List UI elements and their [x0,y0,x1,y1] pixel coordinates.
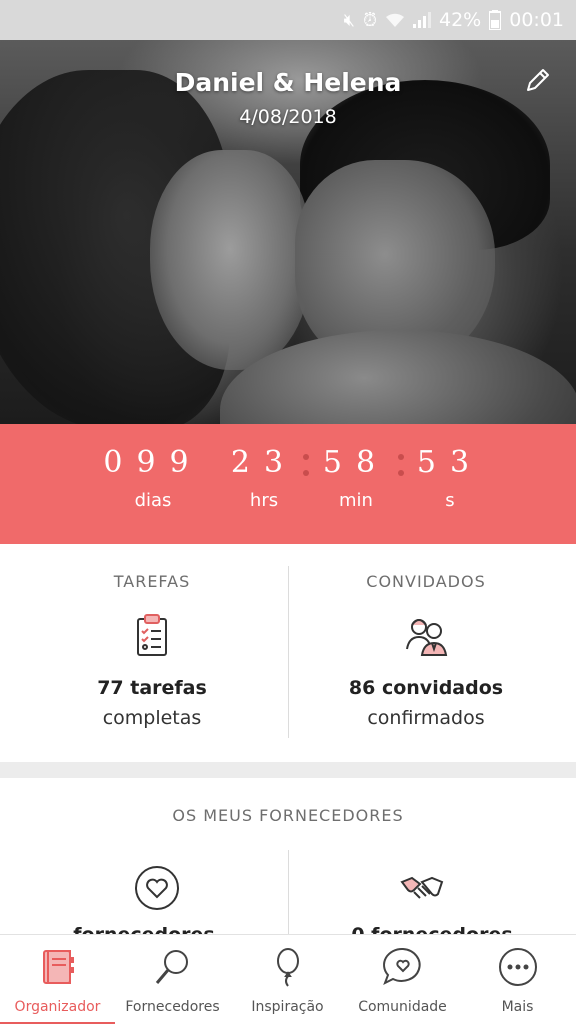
battery-icon [489,10,502,30]
hours-label: hrs [249,490,279,511]
countdown-separator [397,454,405,478]
countdown-days: 099 dias [98,445,208,512]
nav-label: Organizador [14,999,101,1015]
handshake-icon[interactable] [398,864,446,912]
photo-shape [150,150,310,370]
signal-icon [413,12,431,28]
couple-guests-icon [406,619,448,656]
edit-button[interactable] [522,64,554,96]
guests-count: 86 convidados [348,677,504,699]
nav-label: Fornecedores [125,999,220,1015]
tasks-title: TAREFAS [113,572,191,591]
nav-label: Comunidade [358,999,447,1015]
couple-photo: Daniel & Helena 4/08/2018 [0,40,576,424]
nav-organizador[interactable]: Organizador [0,935,115,1024]
more-dots-icon [498,948,537,986]
countdown-hours: 23 hrs [226,445,302,512]
nav-inspiracao[interactable]: Inspiração [230,935,345,1024]
status-bar: 🔇︎ ⏰︎ 42% 00:01 [0,0,576,40]
minutes-label: min [339,490,373,511]
summary-card: TAREFAS 77 tarefas completas CONVIDADOS … [0,544,576,762]
days-value: 099 [103,445,203,480]
nav-label: Inspiração [251,999,324,1015]
mute-icon: 🔇︎ [343,9,355,31]
nav-label: Mais [501,999,534,1015]
nav-comunidade[interactable]: Comunidade [345,935,460,1024]
countdown-separator [302,454,310,478]
guests-title: CONVIDADOS [366,572,486,591]
heart-circle-icon[interactable] [133,864,181,912]
wifi-icon [386,13,404,27]
tasks-count: 77 tarefas [97,677,207,699]
days-label: dias [134,490,172,511]
hours-value: 23 [230,445,298,480]
suppliers-title: OS MEUS FORNECEDORES [172,806,404,825]
bottom-navigation: Organizador Fornecedores Inspiração Comu… [0,934,576,1024]
alarm-icon: ⏰︎ [362,9,377,31]
speech-heart-icon [382,947,421,986]
guests-sub: confirmados [367,707,485,729]
countdown-minutes: 58 min [318,445,394,512]
battery-percent: 42% [439,9,482,31]
wedding-date: 4/08/2018 [239,106,337,128]
seconds-value: 53 [416,445,484,480]
countdown-banner: 099 dias 23 hrs 58 min 53 s [0,424,576,544]
minutes-value: 58 [322,445,390,480]
tasks-sub: completas [102,707,202,729]
nav-fornecedores[interactable]: Fornecedores [115,935,230,1024]
planner-book-icon [42,950,74,984]
couple-names: Daniel & Helena [174,68,402,97]
seconds-label: s [445,490,455,511]
guests-summary[interactable]: CONVIDADOS 86 convidados confirmados [282,544,570,762]
tasks-summary[interactable]: TAREFAS 77 tarefas completas [8,544,296,762]
clock: 00:01 [509,9,564,31]
suppliers-card: OS MEUS FORNECEDORES fornecedores 0 forn… [0,778,576,938]
nav-mais[interactable]: Mais [460,935,575,1024]
magnifier-icon [155,950,188,984]
pencil-icon [527,69,549,91]
clipboard-checklist-icon [137,614,167,656]
balloon-icon [276,948,299,987]
countdown-seconds: 53 s [412,445,488,512]
